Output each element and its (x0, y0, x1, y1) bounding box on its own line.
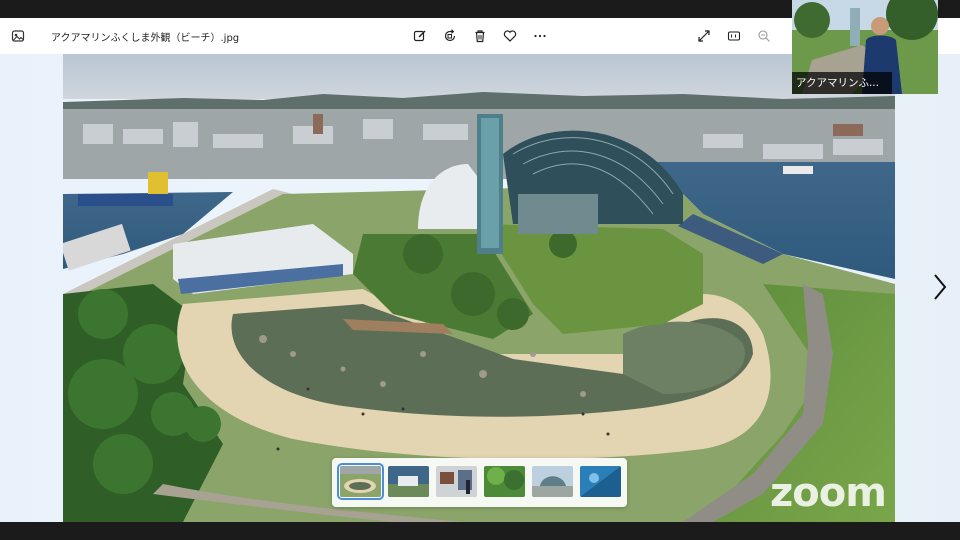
next-photo-button[interactable] (926, 272, 954, 302)
thumbnail-4[interactable] (484, 466, 525, 497)
photos-app-icon[interactable] (0, 18, 36, 54)
thumbnail-2[interactable] (388, 466, 429, 497)
participant-video-tile[interactable]: アクアマリンふ... (792, 0, 938, 94)
thumbnail-3[interactable] (436, 466, 477, 497)
file-title: アクアマリンふくしま外観（ビーチ）.jpg (51, 33, 240, 44)
delete-icon[interactable] (470, 26, 490, 46)
actual-size-icon[interactable] (724, 26, 744, 46)
thumbnail-5[interactable] (532, 466, 573, 497)
filmstrip (332, 458, 627, 507)
main-photo[interactable] (63, 54, 895, 522)
fullscreen-icon[interactable] (694, 26, 714, 46)
thumbnail-1[interactable] (337, 463, 384, 500)
more-icon[interactable] (530, 26, 550, 46)
bottom-black-bar (0, 522, 960, 540)
thumbnail-6[interactable] (580, 466, 621, 497)
edit-icon[interactable] (410, 26, 430, 46)
favorite-icon[interactable] (500, 26, 520, 46)
rotate-icon[interactable] (440, 26, 460, 46)
zoom-out-icon[interactable] (754, 26, 774, 46)
zoom-watermark: zoom (770, 470, 887, 516)
participant-name: アクアマリンふ... (792, 72, 892, 94)
